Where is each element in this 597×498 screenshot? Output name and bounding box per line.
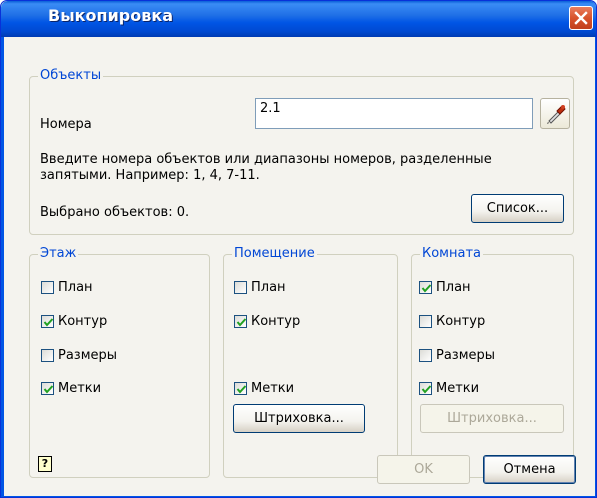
help-icon[interactable]: ? xyxy=(38,456,52,472)
dialog-window: Выкопировка Объекты Номера 2.1 Введите н… xyxy=(0,0,597,498)
room-legend: Помещение xyxy=(232,246,317,261)
chamber-hatch-button[interactable]: Штриховка... xyxy=(420,404,564,433)
floor-checkbox-label: Метки xyxy=(58,381,102,396)
close-icon xyxy=(574,11,588,25)
eyedropper-icon xyxy=(547,105,566,124)
list-button[interactable]: Список... xyxy=(471,194,564,223)
chamber-checkbox-label: Метки xyxy=(436,381,480,396)
hint-text-line2: запятыми. Например: 1, 4, 7-11. xyxy=(40,168,260,183)
cancel-button[interactable]: Отмена xyxy=(483,455,576,484)
room-hatch-button[interactable]: Штриховка... xyxy=(233,404,365,433)
checkbox-unchecked-icon[interactable] xyxy=(41,281,54,294)
floor-checkbox-label: План xyxy=(58,280,93,295)
chamber-checkbox-label: Контур xyxy=(436,314,486,329)
floor-checkbox-label: Контур xyxy=(58,314,108,329)
chamber-checkbox-label: Размеры xyxy=(436,348,496,363)
chamber-checkbox-2[interactable]: Контур xyxy=(419,314,485,329)
checkbox-checked-icon[interactable] xyxy=(41,382,54,395)
floor-checkbox-2[interactable]: Контур xyxy=(41,314,107,329)
room-checkbox-2[interactable]: Контур xyxy=(234,314,300,329)
checkbox-checked-icon[interactable] xyxy=(419,382,432,395)
close-button[interactable] xyxy=(569,6,593,30)
chamber-legend: Комната xyxy=(420,246,483,261)
floor-checkbox-label: Размеры xyxy=(58,348,118,363)
checkbox-checked-icon[interactable] xyxy=(234,382,247,395)
floor-checkbox-3[interactable]: Размеры xyxy=(41,348,117,363)
numbers-input[interactable]: 2.1 xyxy=(255,98,533,129)
floor-checkbox-1[interactable]: План xyxy=(41,280,93,295)
pick-objects-button[interactable] xyxy=(540,98,570,129)
room-checkbox-label: Контур xyxy=(251,314,301,329)
room-checkbox-3[interactable]: Метки xyxy=(234,381,294,396)
window-title: Выкопировка xyxy=(48,6,174,25)
objects-legend: Объекты xyxy=(38,68,104,83)
ok-button[interactable]: OK xyxy=(377,455,470,484)
dialog-body: Объекты Номера 2.1 Введите номера объект… xyxy=(7,37,595,496)
dialog-frame: Объекты Номера 2.1 Введите номера объект… xyxy=(1,37,596,497)
title-bar[interactable]: Выкопировка xyxy=(1,1,596,37)
checkbox-checked-icon[interactable] xyxy=(234,315,247,328)
checkbox-unchecked-icon[interactable] xyxy=(419,349,432,362)
checkbox-unchecked-icon[interactable] xyxy=(41,349,54,362)
hint-text-line1: Введите номера объектов или диапазоны но… xyxy=(40,152,492,167)
numbers-label: Номера xyxy=(40,117,92,132)
checkbox-unchecked-icon[interactable] xyxy=(234,281,247,294)
selected-count-text: Выбрано объектов: 0. xyxy=(40,205,190,220)
chamber-checkbox-4[interactable]: Метки xyxy=(419,381,479,396)
checkbox-checked-icon[interactable] xyxy=(41,315,54,328)
chamber-checkbox-3[interactable]: Размеры xyxy=(419,348,495,363)
chamber-checkbox-label: План xyxy=(436,280,471,295)
room-checkbox-1[interactable]: План xyxy=(234,280,286,295)
chamber-checkbox-1[interactable]: План xyxy=(419,280,471,295)
room-checkbox-label: Метки xyxy=(251,381,295,396)
floor-legend: Этаж xyxy=(38,246,79,261)
room-checkbox-label: План xyxy=(251,280,286,295)
checkbox-checked-icon[interactable] xyxy=(419,281,432,294)
checkbox-unchecked-icon[interactable] xyxy=(419,315,432,328)
floor-checkbox-4[interactable]: Метки xyxy=(41,381,101,396)
